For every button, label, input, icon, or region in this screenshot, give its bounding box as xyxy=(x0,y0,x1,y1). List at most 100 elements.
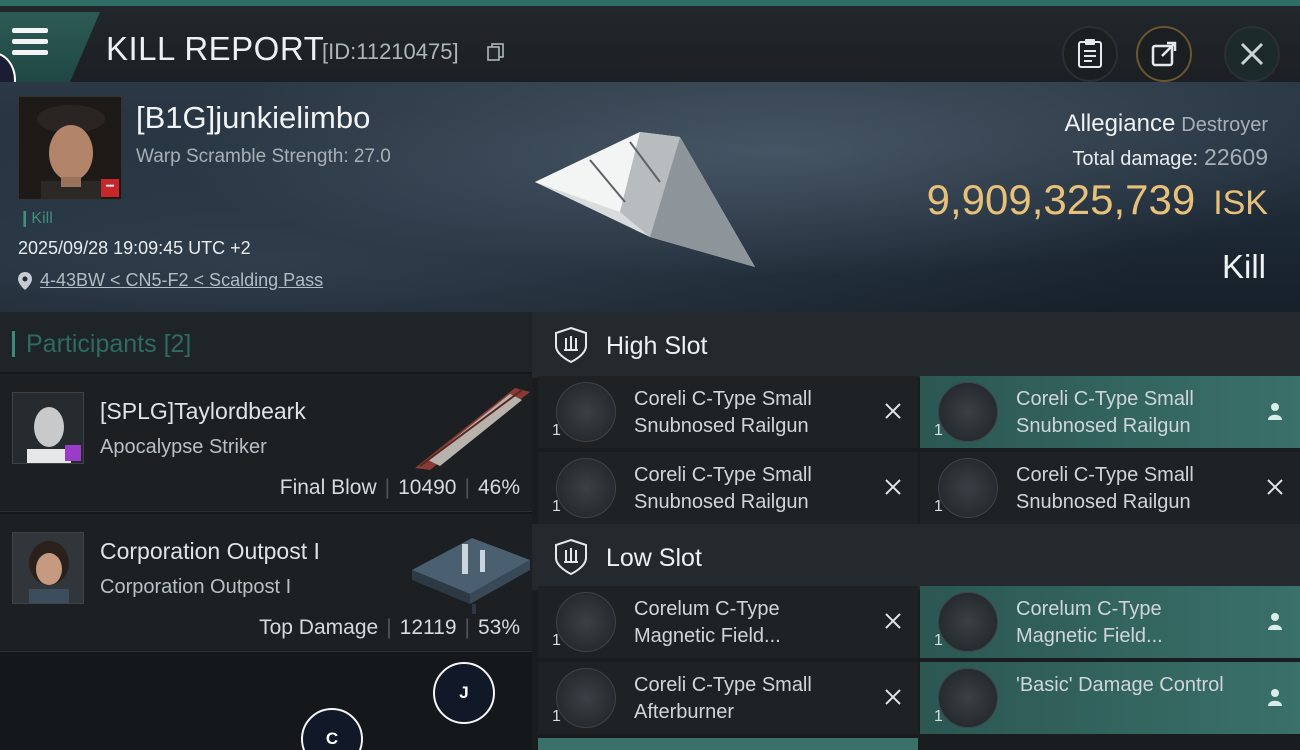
module-item[interactable]: 1 'Basic' Damage Control xyxy=(920,662,1300,734)
module-name: Corelum C-Type Magnetic Field... xyxy=(634,598,781,647)
total-damage-label: Total damage: xyxy=(1072,148,1199,170)
participant-avatar[interactable] xyxy=(12,532,84,604)
header-accent-bar xyxy=(12,331,15,357)
participant-stats: Final Blow | 10490 | 46% xyxy=(279,476,520,499)
ship-type: Allegiance Destroyer xyxy=(1065,110,1268,138)
destroyed-icon xyxy=(885,689,901,705)
high-slot-label: High Slot xyxy=(606,332,708,360)
railgun-icon xyxy=(556,458,616,518)
faction-badge xyxy=(65,445,81,461)
destroyed-icon xyxy=(1267,479,1283,495)
pilot-icon xyxy=(1268,689,1282,706)
railgun-icon xyxy=(938,458,998,518)
overlay-button-j[interactable]: J xyxy=(433,662,495,724)
isk-amount: 9,909,325,739 xyxy=(926,176,1196,223)
railgun-icon xyxy=(938,382,998,442)
module-qty: 1 xyxy=(552,498,561,515)
module-item[interactable]: 1 Coreli C-Type Small Snubnosed Railgun xyxy=(538,376,918,448)
participant-ship-image xyxy=(415,388,530,470)
share-icon xyxy=(1151,41,1177,67)
victim-panel: − [B1G]junkielimbo Warp Scramble Strengt… xyxy=(0,82,1300,312)
clipboard-icon xyxy=(1078,39,1102,68)
participant-damage: 10490 xyxy=(398,476,457,499)
participant-avatar[interactable] xyxy=(12,392,84,464)
kill-tag-label: Kill xyxy=(31,210,53,227)
participant-row[interactable]: Corporation Outpost I Corporation Outpos… xyxy=(0,514,532,652)
next-module-peek xyxy=(538,738,918,750)
ship-render-image xyxy=(535,132,755,267)
module-qty: 1 xyxy=(934,632,943,649)
magnetic-field-icon xyxy=(556,592,616,652)
afterburner-icon xyxy=(556,668,616,728)
module-item[interactable]: 1 Coreli C-Type Small Snubnosed Railgun xyxy=(920,452,1300,524)
module-qty: 1 xyxy=(934,498,943,515)
low-slot-icon xyxy=(555,538,587,576)
hamburger-menu-icon[interactable] xyxy=(12,28,48,58)
participant-role: Top Damage xyxy=(259,616,379,639)
top-bar: KILL REPORT [ID:11210475] xyxy=(0,0,1300,82)
railgun-icon xyxy=(556,382,616,442)
close-icon xyxy=(1240,42,1264,66)
ship-class: Destroyer xyxy=(1181,114,1268,136)
high-slot-header: High Slot xyxy=(532,312,1300,378)
victim-avatar[interactable]: − xyxy=(18,96,122,200)
participant-name[interactable]: [SPLG]Taylordbeark xyxy=(100,398,306,425)
total-damage-value: 22609 xyxy=(1204,144,1268,170)
fitting-panel: High Slot 1 Coreli C-Type Small Snubnose… xyxy=(532,312,1300,750)
total-damage: Total damage: 22609 xyxy=(1072,144,1268,171)
copy-icon[interactable] xyxy=(487,43,505,61)
participants-count: [2] xyxy=(163,330,192,358)
module-item[interactable]: 1 Corelum C-Type Magnetic Field... xyxy=(920,586,1300,658)
participant-name[interactable]: Corporation Outpost I xyxy=(100,538,320,565)
participant-ship: Corporation Outpost I xyxy=(100,576,292,598)
location-text[interactable]: 4-43BW < CN5-F2 < Scalding Pass xyxy=(40,270,323,291)
location-pin-icon xyxy=(18,271,32,290)
low-slot-label: Low Slot xyxy=(606,544,702,572)
high-slot-icon xyxy=(555,326,587,364)
isk-value: 9,909,325,739 ISK xyxy=(927,176,1268,224)
ship-name[interactable]: Allegiance xyxy=(1065,110,1176,137)
participant-damage: 12119 xyxy=(399,616,457,639)
module-item[interactable]: 1 Coreli C-Type Small Snubnosed Railgun xyxy=(920,376,1300,448)
participant-role: Final Blow xyxy=(279,476,377,499)
kill-id: [ID:11210475] xyxy=(322,39,459,64)
module-qty: 1 xyxy=(552,708,561,725)
kill-tag: ❙Kill xyxy=(18,210,53,227)
destroyed-icon xyxy=(885,403,901,419)
low-slot-header: Low Slot xyxy=(532,524,1300,590)
participants-label: Participants xyxy=(26,330,157,358)
share-button[interactable] xyxy=(1136,26,1192,82)
participant-stats: Top Damage | 12119 | 53% xyxy=(259,616,520,639)
participant-row[interactable]: [SPLG]Taylordbeark Apocalypse Striker Fi… xyxy=(0,374,532,512)
location-link[interactable]: 4-43BW < CN5-F2 < Scalding Pass xyxy=(18,270,323,291)
pilot-icon xyxy=(1268,613,1282,630)
module-item[interactable]: 1 Coreli C-Type Small Afterburner xyxy=(538,662,918,734)
participant-portrait-image xyxy=(13,533,83,603)
victim-name[interactable]: [B1G]junkielimbo xyxy=(136,100,370,136)
participant-percent: 53% xyxy=(477,616,520,639)
module-name: Coreli C-Type Small Snubnosed Railgun xyxy=(1016,388,1194,437)
module-item[interactable]: 1 Corelum C-Type Magnetic Field... xyxy=(538,586,918,658)
destroyed-icon xyxy=(885,613,901,629)
module-qty: 1 xyxy=(552,632,561,649)
magnetic-field-icon xyxy=(938,592,998,652)
module-qty: 1 xyxy=(552,422,561,439)
clipboard-button[interactable] xyxy=(1062,26,1118,82)
participant-ship: Apocalypse Striker xyxy=(100,436,267,458)
module-name: Coreli C-Type Small Afterburner xyxy=(634,674,812,723)
module-name: 'Basic' Damage Control xyxy=(1016,674,1224,696)
module-name: Coreli C-Type Small Snubnosed Railgun xyxy=(634,464,812,513)
destroyed-icon xyxy=(885,479,901,495)
pilot-icon xyxy=(1268,403,1282,420)
module-name: Coreli C-Type Small Snubnosed Railgun xyxy=(634,388,812,437)
warp-scramble-strength: Warp Scramble Strength: 27.0 xyxy=(136,146,391,167)
hostile-badge: − xyxy=(101,179,119,197)
module-name: Corelum C-Type Magnetic Field... xyxy=(1016,598,1163,647)
module-qty: 1 xyxy=(934,708,943,725)
result-label: Kill xyxy=(1221,248,1266,285)
module-item[interactable]: 1 Coreli C-Type Small Snubnosed Railgun xyxy=(538,452,918,524)
participants-header: Participants [2] xyxy=(0,312,532,372)
module-qty: 1 xyxy=(934,422,943,439)
participant-percent: 46% xyxy=(477,476,520,499)
close-button[interactable] xyxy=(1224,26,1280,82)
